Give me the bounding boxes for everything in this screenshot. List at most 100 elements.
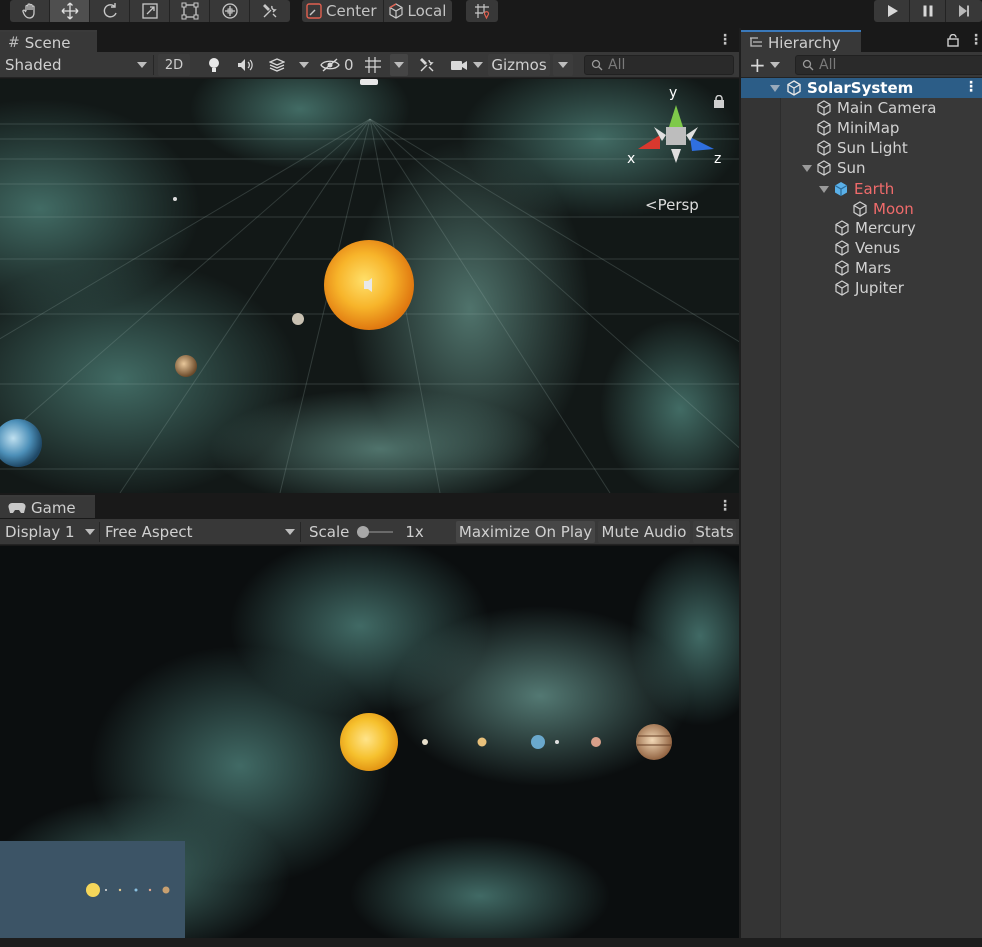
game-mercury: [422, 739, 428, 745]
lock-icon[interactable]: [713, 95, 725, 108]
gameobject-cube-icon: [817, 140, 831, 156]
axis-x-label: x: [627, 151, 636, 167]
tools-toggle-icon[interactable]: [416, 54, 438, 76]
aspect-dropdown[interactable]: Free Aspect: [105, 521, 295, 543]
projection-toggle[interactable]: <Persp: [645, 196, 699, 214]
move-tool-icon[interactable]: [50, 0, 90, 22]
scene-grid-icon: #: [8, 34, 20, 51]
hierarchy-toolbar: + All: [741, 52, 982, 78]
effects-dropdown-icon[interactable]: [298, 54, 310, 76]
scene-search-placeholder: All: [608, 57, 626, 73]
transform-tool-icon[interactable]: [210, 0, 250, 22]
gamepad-icon: [8, 502, 26, 513]
hierarchy-item-solarsystem[interactable]: SolarSystem ⋮: [741, 78, 982, 98]
expand-arrow-icon[interactable]: [802, 164, 812, 172]
hierarchy-item-main-camera[interactable]: Main Camera: [741, 98, 982, 118]
hierarchy-item-mars[interactable]: Mars: [741, 258, 982, 278]
gameobject-cube-icon: [853, 201, 867, 217]
grid-toggle-icon[interactable]: [362, 54, 384, 76]
camera-settings-icon[interactable]: [448, 54, 470, 76]
pivot-local-button[interactable]: Local: [383, 0, 453, 22]
game-jupiter: [636, 724, 672, 760]
axis-y-label: y: [669, 85, 678, 101]
chevron-down-icon: [137, 62, 147, 68]
hierarchy-item-sun-light[interactable]: Sun Light: [741, 138, 982, 158]
display-dropdown[interactable]: Display 1: [5, 521, 95, 543]
tab-game[interactable]: Game: [0, 495, 95, 518]
grid-snap-icon[interactable]: [466, 0, 498, 22]
hierarchy-search-input[interactable]: All: [795, 55, 982, 75]
scale-tool-icon[interactable]: [130, 0, 170, 22]
draw-mode-dropdown[interactable]: Shaded: [5, 54, 147, 76]
scene-viewport[interactable]: y x z <Persp: [0, 79, 739, 493]
grid-dropdown-icon[interactable]: [390, 54, 408, 76]
game-sun: [340, 713, 398, 771]
scene-menu-icon[interactable]: ⋮: [718, 33, 732, 47]
scene-options-icon[interactable]: ⋮: [964, 79, 978, 95]
effects-toggle-icon[interactable]: [266, 54, 288, 76]
aspect-label: Free Aspect: [105, 523, 193, 541]
game-toolbar: Display 1 Free Aspect Scale 1x Maximize …: [0, 519, 739, 545]
play-button-icon[interactable]: [874, 0, 910, 22]
scale-slider-handle[interactable]: [357, 526, 370, 538]
hierarchy-item-label: MiniMap: [837, 119, 900, 137]
gizmos-button[interactable]: Gizmos: [488, 54, 550, 76]
rotate-tool-icon[interactable]: [90, 0, 130, 22]
scale-control: Scale 1x: [309, 521, 449, 543]
chevron-down-icon: [769, 62, 780, 68]
minimap: [0, 841, 185, 938]
hierarchy-menu-icon[interactable]: ⋮: [969, 33, 982, 47]
hidden-objects-toggle[interactable]: 0: [320, 54, 356, 76]
camera-dropdown-icon[interactable]: [472, 54, 484, 76]
game-viewport[interactable]: [0, 546, 739, 938]
search-icon: [802, 59, 814, 71]
game-menu-icon[interactable]: ⋮: [718, 499, 732, 513]
status-bar: [0, 938, 982, 947]
scene-search-input[interactable]: All: [584, 55, 734, 75]
hand-tool-icon[interactable]: [10, 0, 50, 22]
hierarchy-item-label: Moon: [873, 200, 914, 218]
scale-label: Scale: [309, 523, 350, 541]
draw-mode-label: Shaded: [5, 56, 62, 74]
audio-toggle-icon[interactable]: [235, 54, 255, 76]
hierarchy-item-sun[interactable]: Sun: [741, 158, 982, 178]
hierarchy-item-mercury[interactable]: Mercury: [741, 218, 982, 238]
lighting-toggle-icon[interactable]: [204, 54, 224, 76]
tab-hierarchy[interactable]: Hierarchy: [741, 30, 861, 53]
mercury-object[interactable]: [292, 313, 304, 325]
stats-button[interactable]: Stats: [693, 521, 736, 543]
gizmos-dropdown-icon[interactable]: [553, 54, 573, 76]
hierarchy-item-minimap[interactable]: MiniMap: [741, 118, 982, 138]
toggle-2d-label: 2D: [164, 57, 184, 73]
moon-object[interactable]: [173, 197, 177, 201]
mute-audio-button[interactable]: Mute Audio: [598, 521, 690, 543]
create-dropdown[interactable]: +: [749, 54, 781, 76]
panel-divider[interactable]: [739, 28, 741, 940]
maximize-label: Maximize On Play: [458, 523, 593, 541]
gameobject-cube-icon: [817, 100, 831, 116]
tab-scene[interactable]: # Scene: [0, 30, 97, 53]
pivot-toggles: Center Local: [302, 0, 453, 22]
pause-button-icon[interactable]: [910, 0, 946, 22]
hierarchy-item-earth[interactable]: Earth: [741, 179, 982, 199]
hierarchy-item-venus[interactable]: Venus: [741, 238, 982, 258]
stats-label: Stats: [695, 523, 734, 541]
display-label: Display 1: [5, 523, 75, 541]
custom-tools-icon[interactable]: [250, 0, 290, 22]
search-icon: [591, 59, 603, 71]
lock-icon[interactable]: [947, 34, 959, 47]
step-button-icon[interactable]: [946, 0, 982, 22]
camera-gizmo: [360, 79, 378, 85]
venus-object[interactable]: [175, 355, 197, 377]
maximize-on-play-button[interactable]: Maximize On Play: [456, 521, 595, 543]
hierarchy-item-jupiter[interactable]: Jupiter: [741, 278, 982, 298]
pivot-center-button[interactable]: Center: [302, 0, 384, 22]
toggle-2d-button[interactable]: 2D: [158, 54, 190, 76]
local-cube-icon: [388, 3, 403, 19]
separator: [300, 522, 301, 542]
hierarchy-item-moon[interactable]: Moon: [741, 199, 982, 219]
rect-tool-icon[interactable]: [170, 0, 210, 22]
gameobject-cube-icon: [817, 160, 831, 176]
scale-slider[interactable]: [357, 526, 394, 538]
expand-arrow-icon[interactable]: [819, 185, 829, 193]
